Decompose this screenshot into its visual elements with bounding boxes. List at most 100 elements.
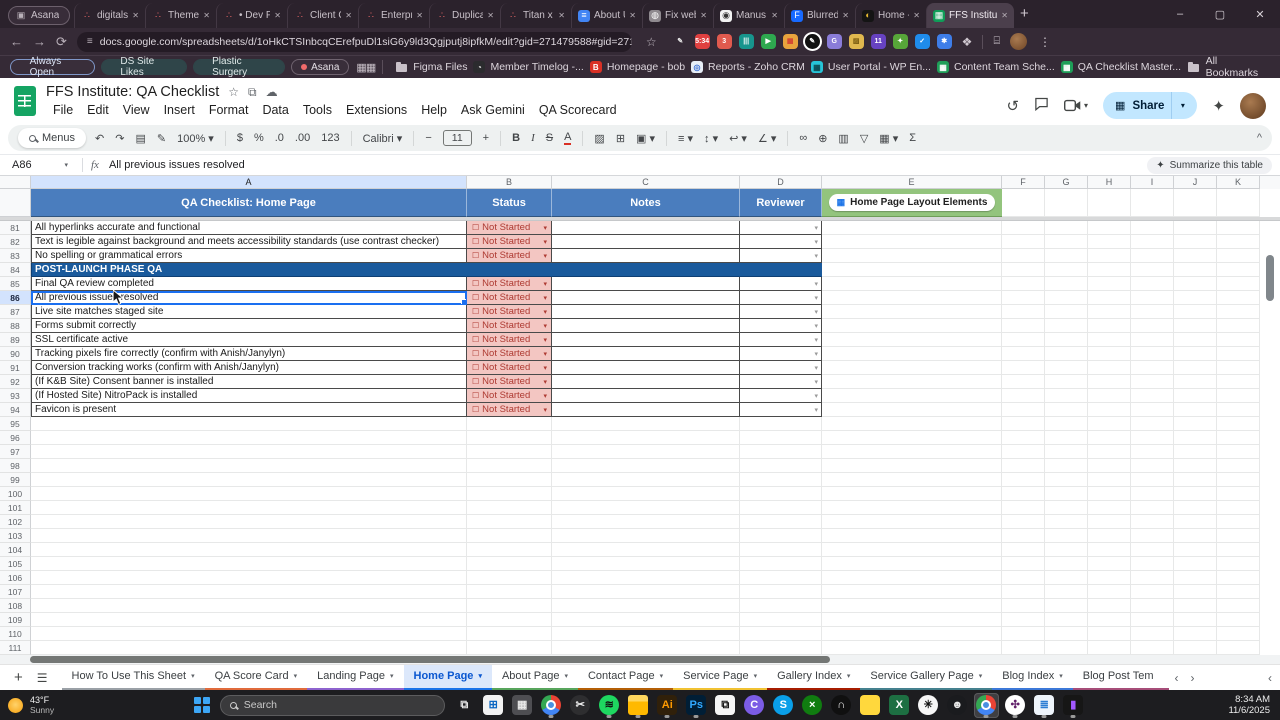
tab-group-pill[interactable]: DS Site Likes	[100, 56, 187, 78]
header-cell-c1[interactable]: Notes	[552, 189, 740, 217]
cell-e[interactable]	[822, 319, 1002, 333]
decrease-decimals-icon[interactable]: .0	[275, 132, 284, 144]
column-header-e[interactable]: E	[822, 176, 1002, 189]
xbox[interactable]: ×	[800, 693, 825, 718]
sheet-tab[interactable]: Landing Page ▾	[307, 665, 404, 691]
cell-reviewer[interactable]	[740, 613, 822, 627]
share-button[interactable]: ▦ Share ▾	[1103, 92, 1198, 119]
browser-tab[interactable]: ▦ FFS Institu ✕	[926, 3, 1014, 28]
row-header[interactable]: 94	[0, 403, 31, 417]
bookmark-item[interactable]: ◔ Member Timelog -...	[473, 61, 584, 73]
cell-checklist-item[interactable]	[31, 473, 467, 487]
cell-reviewer[interactable]	[740, 501, 822, 515]
extension-icon[interactable]: ▦	[782, 34, 798, 49]
cell-status[interactable]: ☐ Not Started ▾	[467, 221, 552, 235]
functions-icon[interactable]: Σ	[909, 132, 916, 144]
cell-checklist-item[interactable]: Text is legible against background and m…	[31, 235, 467, 249]
row-header[interactable]: 96	[0, 431, 31, 445]
row-header[interactable]: 105	[0, 557, 31, 571]
cell-checklist-item[interactable]	[31, 529, 467, 543]
cell-checklist-item[interactable]	[31, 613, 467, 627]
figma[interactable]: ▮	[1061, 693, 1086, 718]
tab-close-icon[interactable]: ✕	[274, 11, 281, 20]
row-header[interactable]: 85	[0, 277, 31, 291]
undo-icon[interactable]: ↶	[95, 132, 104, 145]
separator[interactable]	[500, 130, 502, 146]
status-dropdown-icon[interactable]: ▾	[543, 406, 547, 414]
browser-profile-avatar[interactable]	[1010, 33, 1028, 50]
cell-notes[interactable]	[552, 529, 740, 543]
row-header[interactable]: 103	[0, 529, 31, 543]
separator[interactable]	[666, 130, 668, 146]
row-header[interactable]: 84	[0, 263, 31, 277]
print-icon[interactable]: ▤	[135, 132, 145, 145]
column-header-k[interactable]: K	[1217, 176, 1260, 189]
cell-status[interactable]	[467, 613, 552, 627]
row-header[interactable]: 86	[0, 291, 31, 305]
reviewer-dropdown-icon[interactable]: ▾	[814, 252, 818, 260]
chatgpt[interactable]: ✳	[916, 693, 941, 718]
horizontal-scrollbar-thumb[interactable]	[30, 656, 830, 663]
sheet-tab-menu-icon[interactable]: ▾	[294, 672, 298, 680]
column-header-f[interactable]: F	[1002, 176, 1045, 189]
browser-tab[interactable]: ∴ • Dev Pro ✕	[216, 3, 287, 28]
row-header[interactable]: 109	[0, 613, 31, 627]
cell-status[interactable]	[467, 529, 552, 543]
move-folder-icon[interactable]: ⧉	[248, 85, 257, 100]
side-search-icon[interactable]: ⌸	[993, 35, 1000, 48]
header-cell-d1[interactable]: Reviewer	[740, 189, 822, 217]
text-color-icon[interactable]: A	[564, 131, 572, 145]
cell-notes[interactable]	[552, 417, 740, 431]
browser-tab[interactable]: ∴ Titan x Di ✕	[500, 3, 571, 28]
column-header-b[interactable]: B	[467, 176, 552, 189]
extension-icon[interactable]: 5:34	[694, 34, 710, 49]
show-hidden-tabs-icon[interactable]: ‹	[1268, 671, 1272, 685]
column-header-j[interactable]: J	[1174, 176, 1217, 189]
calculator[interactable]: ▦	[510, 693, 535, 718]
scroll-tabs-right-icon[interactable]: ›	[1191, 671, 1195, 685]
cell-e[interactable]	[822, 235, 1002, 249]
cell-e[interactable]	[822, 417, 1002, 431]
cell-e[interactable]	[822, 221, 1002, 235]
extension-icon[interactable]: ▨	[848, 34, 864, 49]
extension-icon[interactable]: 3	[716, 34, 732, 49]
reviewer-dropdown-icon[interactable]: ▾	[814, 406, 818, 414]
strikethrough-icon[interactable]: S	[546, 132, 553, 144]
status-dropdown-icon[interactable]: ▾	[543, 308, 547, 316]
cell-status[interactable]	[467, 641, 552, 655]
extension-icon[interactable]: G	[826, 34, 842, 49]
sheet-tab[interactable]: How To Use This Sheet ▾	[61, 665, 205, 691]
tab-close-icon[interactable]: ✕	[1001, 11, 1008, 20]
reviewer-dropdown-icon[interactable]: ▾	[814, 364, 818, 372]
font-select[interactable]: Calibri ▾	[363, 132, 403, 145]
cell-notes[interactable]	[552, 613, 740, 627]
sheet-tab[interactable]: Blog Index ▾	[992, 665, 1073, 691]
text-wrap-icon[interactable]: ↩ ▾	[729, 132, 747, 145]
cell-e[interactable]	[822, 585, 1002, 599]
cell-e[interactable]	[822, 291, 1002, 305]
cell-notes[interactable]	[552, 459, 740, 473]
cell-checklist-item[interactable]: (If Hosted Site) NitroPack is installed	[31, 389, 467, 403]
cell-checklist-item[interactable]	[31, 543, 467, 557]
cell-reviewer[interactable]	[740, 263, 822, 277]
all-sheets-icon[interactable]: ☰	[37, 671, 48, 685]
tab-close-icon[interactable]: ✕	[558, 11, 565, 20]
sheet-tab-menu-icon[interactable]: ▾	[847, 672, 851, 680]
version-history-icon[interactable]: ↺	[1006, 97, 1019, 115]
sheets-logo-icon[interactable]	[14, 86, 36, 116]
cell-notes[interactable]	[552, 305, 740, 319]
tab-close-icon[interactable]: ✕	[842, 11, 849, 20]
new-tab-button[interactable]: +	[1020, 5, 1029, 22]
cell-status[interactable]: ☐ Not Started ▾	[467, 249, 552, 263]
reload-icon[interactable]: ⟳	[56, 34, 67, 50]
meet-button[interactable]: ▾	[1064, 99, 1088, 112]
column-header-d[interactable]: D	[740, 176, 822, 189]
cell-status[interactable]	[467, 501, 552, 515]
cell-status[interactable]: ☐ Not Started ▾	[467, 347, 552, 361]
cell-e[interactable]	[822, 571, 1002, 585]
tab-close-icon[interactable]: ✕	[629, 11, 636, 20]
status-dropdown-icon[interactable]: ▾	[543, 252, 547, 260]
menu-item[interactable]: QA Scorecard	[532, 101, 624, 119]
cell-checklist-item[interactable]: Favicon is present	[31, 403, 467, 417]
row-header[interactable]: 104	[0, 543, 31, 557]
